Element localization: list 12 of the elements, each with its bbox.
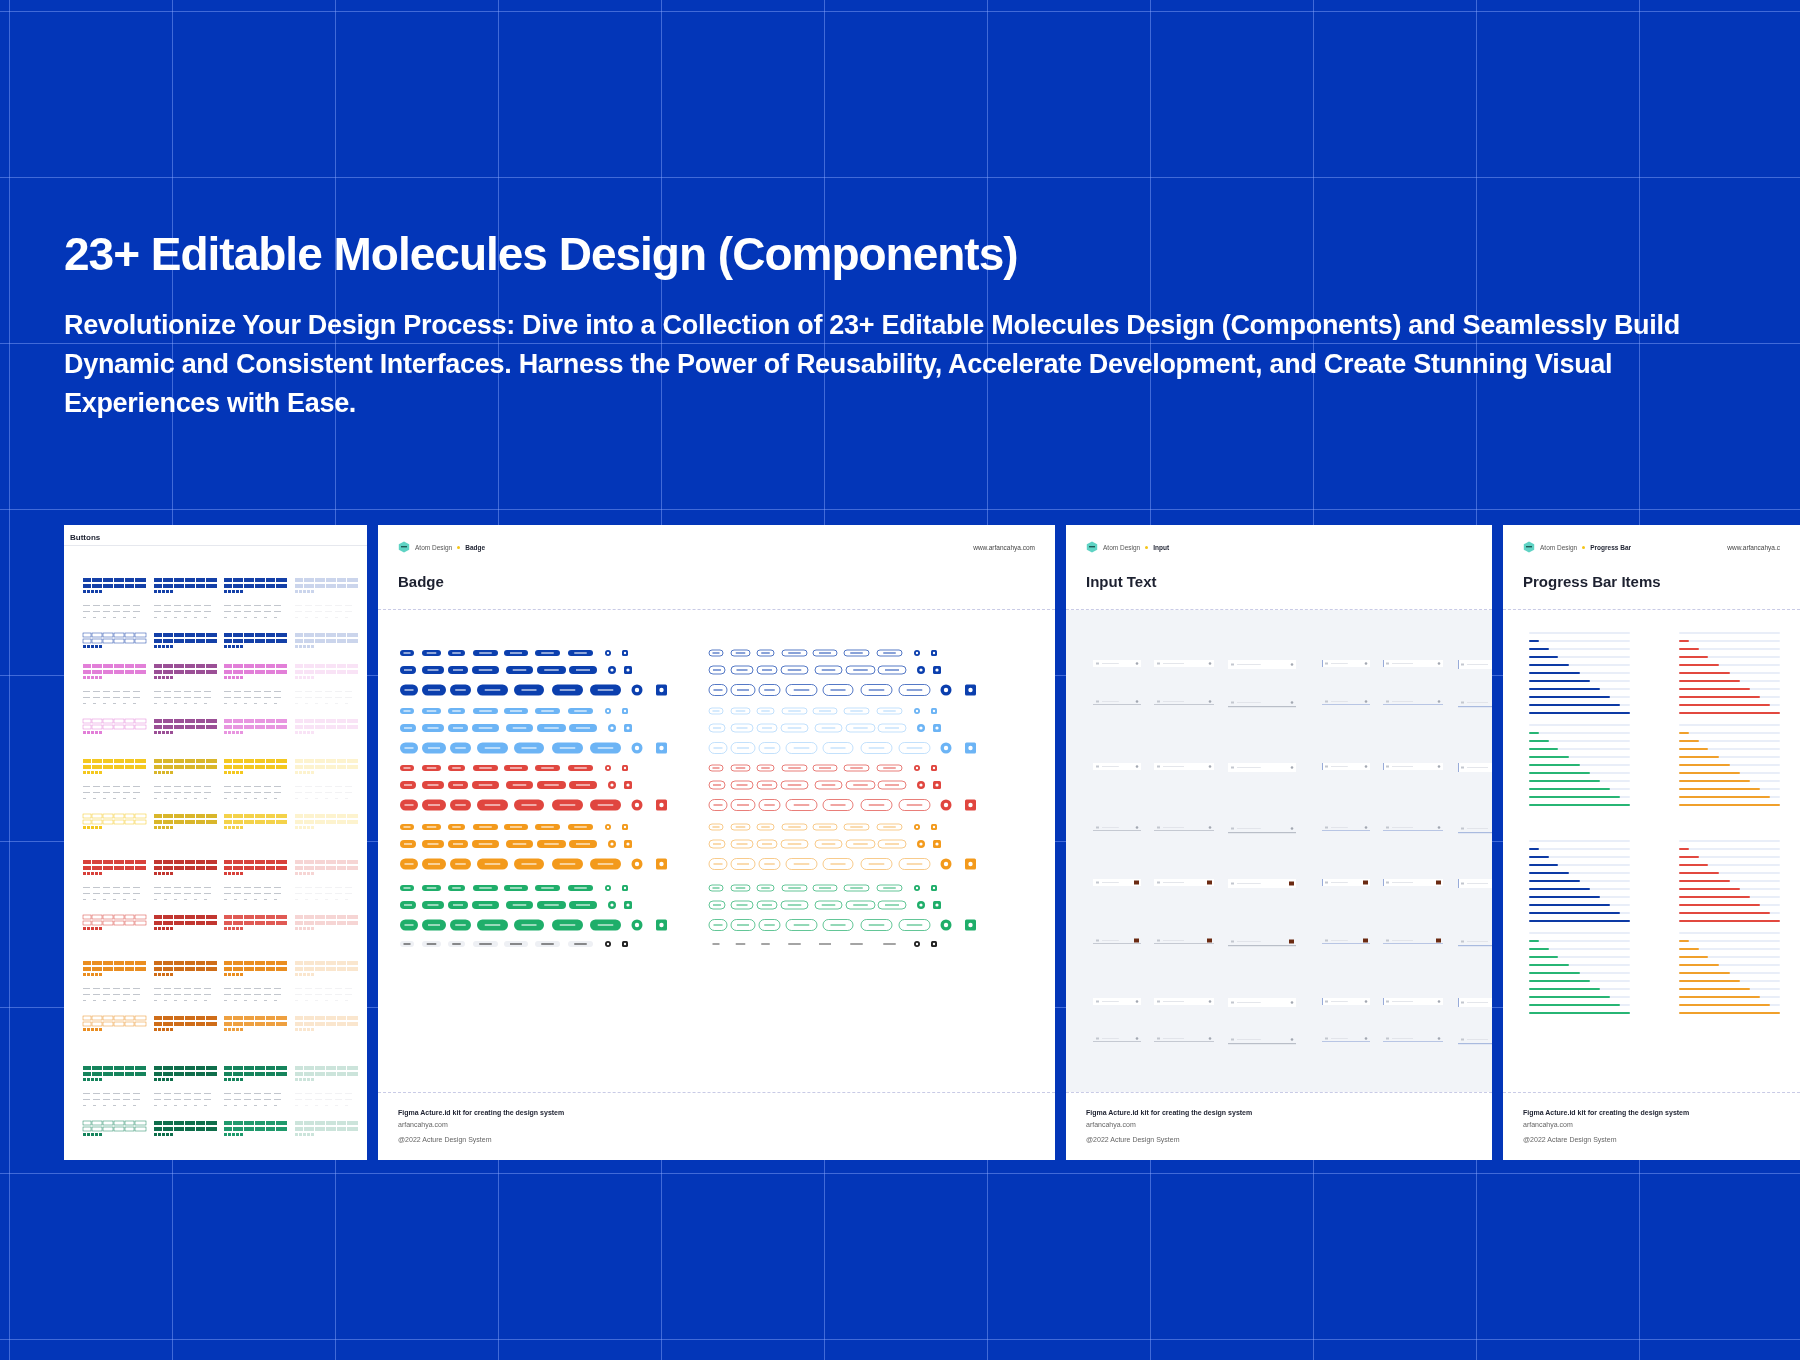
page-title: Input Text — [1085, 572, 1158, 592]
description: Revolutionize Your Design Process: Dive into a Collection of 23+ Editable Molecules Design (Components) and Seamlessly Build Dynamic and Consistent Interfaces. Harness the Power of Reusability, Accelerate Development, and Create Stunning Visual Experiences with Ease. — [64, 309, 1681, 420]
page-title: Progress Bar Items — [1522, 572, 1662, 592]
page-title: Buttons — [64, 525, 367, 546]
separator-dot — [1582, 545, 1586, 549]
logo-icon — [1523, 541, 1535, 553]
logo-icon — [1086, 541, 1098, 553]
logo-icon — [398, 541, 410, 553]
headline: 23+ Editable Molecules Design (Components) — [64, 227, 1019, 282]
separator-dot — [457, 545, 461, 549]
page-title: Badge — [397, 572, 445, 592]
separator-dot — [1145, 545, 1149, 549]
